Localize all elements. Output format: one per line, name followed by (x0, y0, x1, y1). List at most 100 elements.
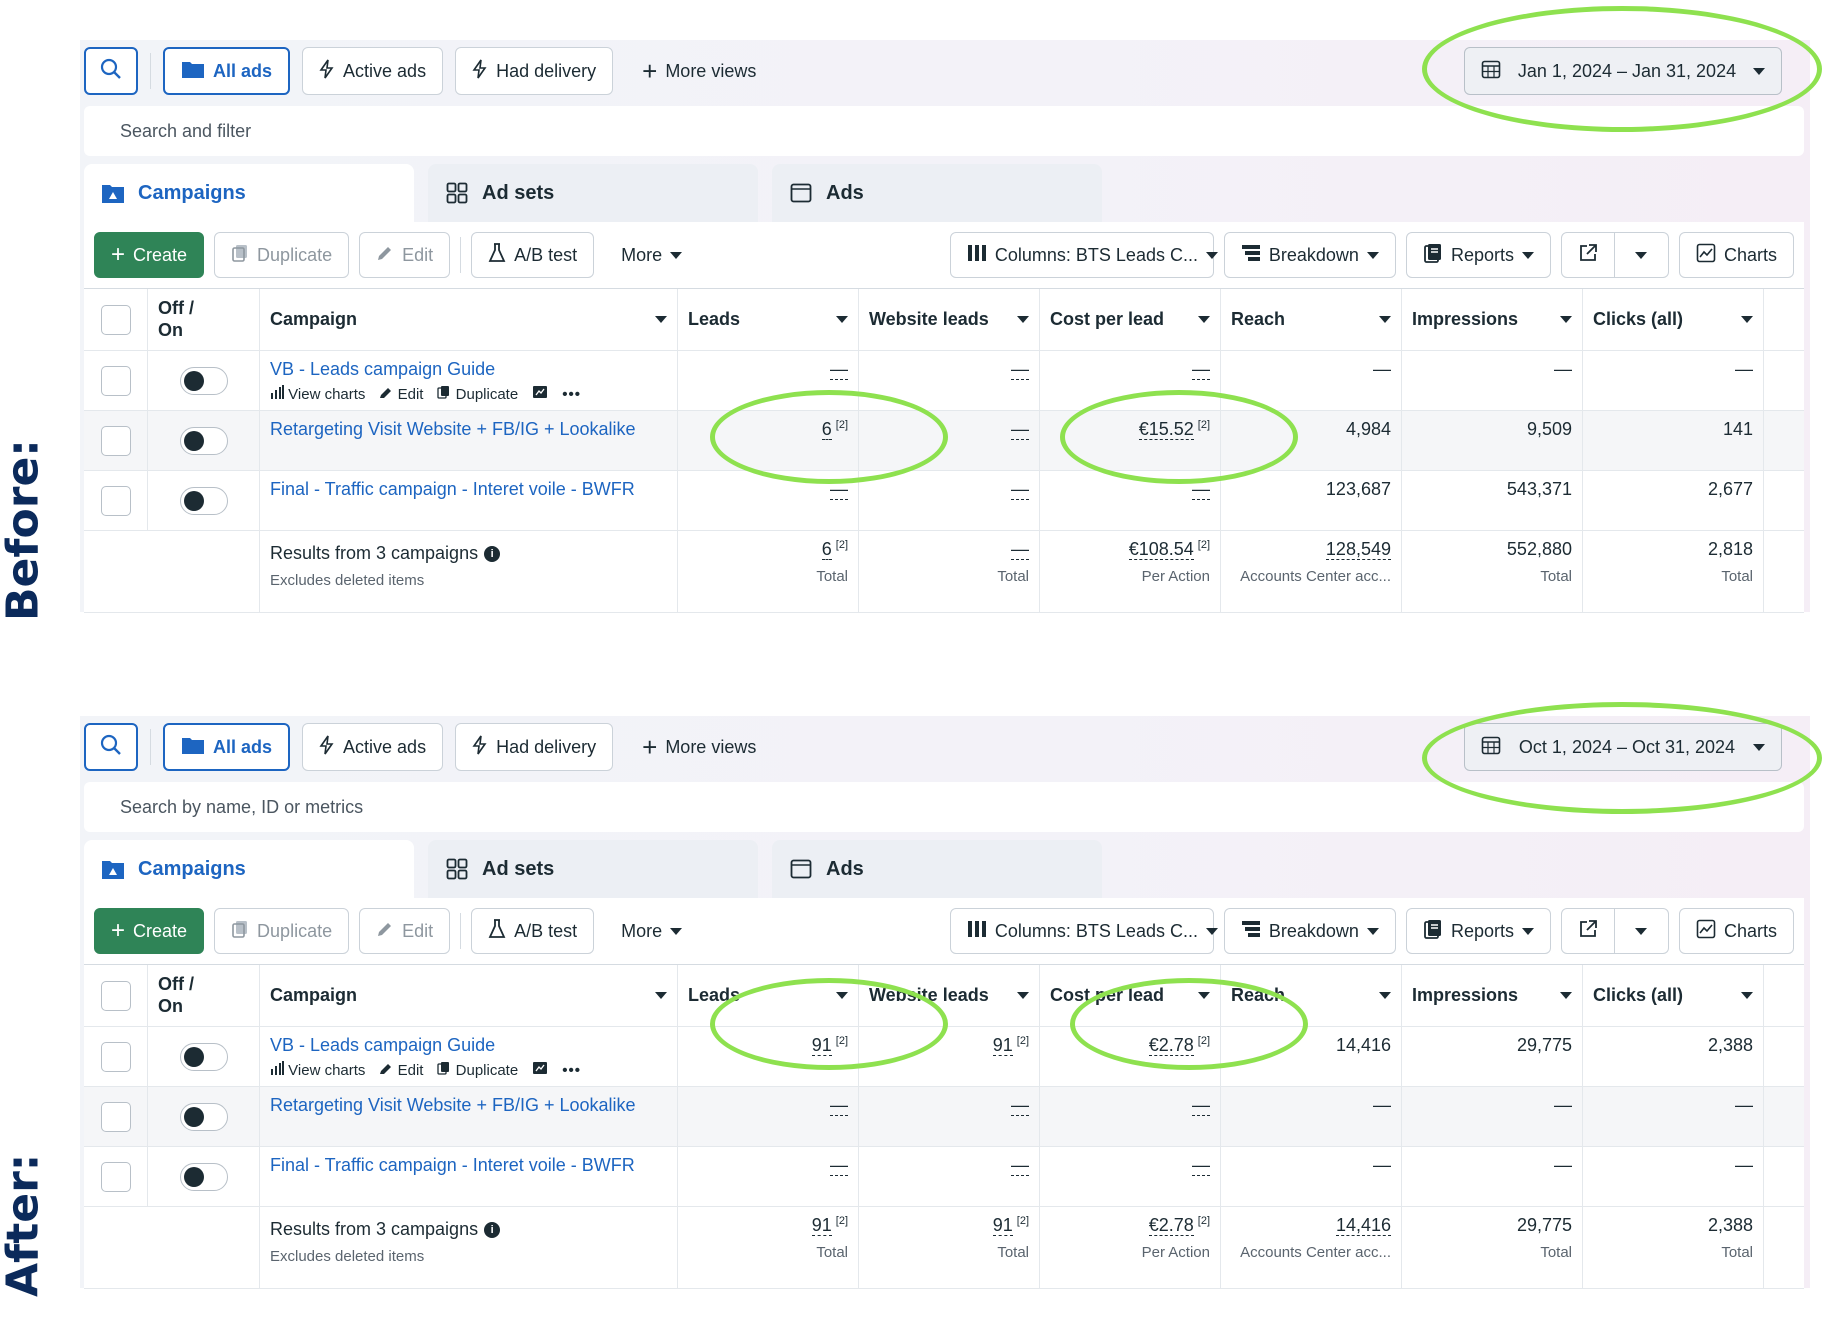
tab-ads[interactable]: Ads (772, 164, 1102, 222)
row-checkbox[interactable] (100, 1161, 131, 1192)
date-range-picker[interactable]: Oct 1, 2024 – Oct 31, 2024 (1464, 723, 1782, 771)
header-impressions[interactable]: Impressions (1402, 289, 1583, 350)
create-label: Create (133, 920, 188, 941)
breakdown-button[interactable]: Breakdown (1223, 232, 1396, 278)
breakdown-button[interactable]: Breakdown (1223, 908, 1396, 954)
table-row[interactable]: Final - Traffic campaign - Interet voile… (84, 1147, 1804, 1207)
campaign-name-link[interactable]: Final - Traffic campaign - Interet voile… (270, 479, 667, 500)
edit-action[interactable]: Edit (379, 1061, 423, 1079)
header-clicks[interactable]: Clicks (all) (1583, 289, 1764, 350)
tab-ad-sets-label: Ad sets (482, 857, 555, 880)
header-impressions[interactable]: Impressions (1402, 965, 1583, 1026)
all-ads-button[interactable]: All ads (163, 47, 291, 95)
duplicate-button[interactable]: Duplicate (214, 908, 350, 954)
header-clicks[interactable]: Clicks (all) (1583, 965, 1764, 1026)
export-button[interactable] (1560, 232, 1615, 278)
export-button[interactable] (1560, 908, 1615, 954)
campaign-toggle[interactable] (179, 1042, 228, 1071)
edit-action[interactable]: Edit (379, 385, 423, 403)
duplicate-action[interactable]: Duplicate (437, 385, 518, 403)
select-all-checkbox[interactable] (100, 980, 131, 1011)
campaign-toggle[interactable] (179, 1162, 228, 1191)
campaign-toggle[interactable] (179, 486, 228, 515)
table-row[interactable]: VB - Leads campaign Guide View charts Ed… (84, 1027, 1804, 1087)
had-delivery-button[interactable]: Had delivery (455, 723, 614, 771)
reports-button[interactable]: Reports (1405, 232, 1551, 278)
table-row[interactable]: Retargeting Visit Website + FB/IG + Look… (84, 411, 1804, 471)
had-delivery-button[interactable]: Had delivery (455, 47, 614, 95)
row-checkbox[interactable] (100, 1041, 131, 1072)
row-checkbox[interactable] (100, 1101, 131, 1132)
export-dropdown[interactable] (1614, 232, 1669, 278)
table-row[interactable]: Retargeting Visit Website + FB/IG + Look… (84, 1087, 1804, 1147)
search-filter-input[interactable]: Search and filter (84, 106, 1804, 156)
pin-chart-icon[interactable] (532, 1061, 548, 1079)
more-options-icon[interactable]: ••• (562, 386, 581, 403)
row-checkbox[interactable] (100, 485, 131, 516)
more-options-icon[interactable]: ••• (562, 1062, 581, 1079)
view-charts-action[interactable]: View charts (270, 1061, 365, 1079)
tab-campaigns[interactable]: Campaigns (84, 164, 414, 222)
more-button[interactable]: More (604, 908, 699, 954)
row-checkbox[interactable] (100, 425, 131, 456)
table-row[interactable]: Final - Traffic campaign - Interet voile… (84, 471, 1804, 531)
date-range-picker[interactable]: Jan 1, 2024 – Jan 31, 2024 (1464, 47, 1782, 95)
header-cost-per-lead-label: Cost per lead (1050, 309, 1165, 329)
campaign-name-link[interactable]: Retargeting Visit Website + FB/IG + Look… (270, 1095, 667, 1116)
search-filter-input[interactable]: Search by name, ID or metrics (84, 782, 1804, 832)
more-views-button[interactable]: + More views (625, 723, 773, 771)
table-row[interactable]: VB - Leads campaign Guide View charts Ed… (84, 351, 1804, 411)
edit-button[interactable]: Edit (359, 908, 451, 954)
columns-button[interactable]: Columns: BTS Leads C... (949, 908, 1218, 954)
more-views-button[interactable]: + More views (625, 47, 773, 95)
create-button[interactable]: + Create (94, 908, 205, 954)
campaign-name-link[interactable]: Retargeting Visit Website + FB/IG + Look… (270, 419, 667, 440)
more-button[interactable]: More (604, 232, 699, 278)
search-button[interactable] (84, 47, 138, 95)
chevron-down-icon (1198, 316, 1210, 323)
view-charts-action[interactable]: View charts (270, 385, 365, 403)
pin-chart-icon[interactable] (532, 385, 548, 403)
header-cost-per-lead[interactable]: Cost per lead (1040, 289, 1221, 350)
duplicate-button[interactable]: Duplicate (214, 232, 350, 278)
campaign-name-link[interactable]: VB - Leads campaign Guide (270, 1035, 667, 1056)
campaign-name-link[interactable]: VB - Leads campaign Guide (270, 359, 667, 380)
ab-test-button[interactable]: A/B test (471, 232, 595, 278)
create-button[interactable]: + Create (94, 232, 205, 278)
header-reach[interactable]: Reach (1221, 965, 1402, 1026)
info-icon[interactable]: i (484, 1221, 501, 1238)
charts-button[interactable]: Charts (1678, 232, 1794, 278)
active-ads-button[interactable]: Active ads (302, 723, 444, 771)
columns-button[interactable]: Columns: BTS Leads C... (949, 232, 1218, 278)
tab-campaigns[interactable]: Campaigns (84, 840, 414, 898)
header-leads[interactable]: Leads (678, 965, 859, 1026)
tab-ad-sets[interactable]: Ad sets (428, 164, 758, 222)
search-button[interactable] (84, 723, 138, 771)
campaign-toggle[interactable] (179, 1102, 228, 1131)
all-ads-button[interactable]: All ads (163, 723, 291, 771)
tab-ads[interactable]: Ads (772, 840, 1102, 898)
row-checkbox[interactable] (100, 365, 131, 396)
ab-test-button[interactable]: A/B test (471, 908, 595, 954)
duplicate-action[interactable]: Duplicate (437, 1061, 518, 1079)
reports-button[interactable]: Reports (1405, 908, 1551, 954)
charts-button[interactable]: Charts (1678, 908, 1794, 954)
header-cost-per-lead-label: Cost per lead (1050, 985, 1165, 1005)
header-leads[interactable]: Leads (678, 289, 859, 350)
header-website-leads[interactable]: Website leads (859, 289, 1040, 350)
header-campaign[interactable]: Campaign (260, 965, 678, 1026)
header-campaign[interactable]: Campaign (260, 289, 678, 350)
calendar-icon (1481, 59, 1501, 84)
select-all-checkbox[interactable] (100, 304, 131, 335)
campaign-toggle[interactable] (179, 426, 228, 455)
info-icon[interactable]: i (484, 545, 501, 562)
header-cost-per-lead[interactable]: Cost per lead (1040, 965, 1221, 1026)
campaign-toggle[interactable] (179, 366, 228, 395)
edit-button[interactable]: Edit (359, 232, 451, 278)
campaign-name-link[interactable]: Final - Traffic campaign - Interet voile… (270, 1155, 667, 1176)
tab-ad-sets[interactable]: Ad sets (428, 840, 758, 898)
export-dropdown[interactable] (1614, 908, 1669, 954)
header-reach[interactable]: Reach (1221, 289, 1402, 350)
active-ads-button[interactable]: Active ads (302, 47, 444, 95)
header-website-leads[interactable]: Website leads (859, 965, 1040, 1026)
